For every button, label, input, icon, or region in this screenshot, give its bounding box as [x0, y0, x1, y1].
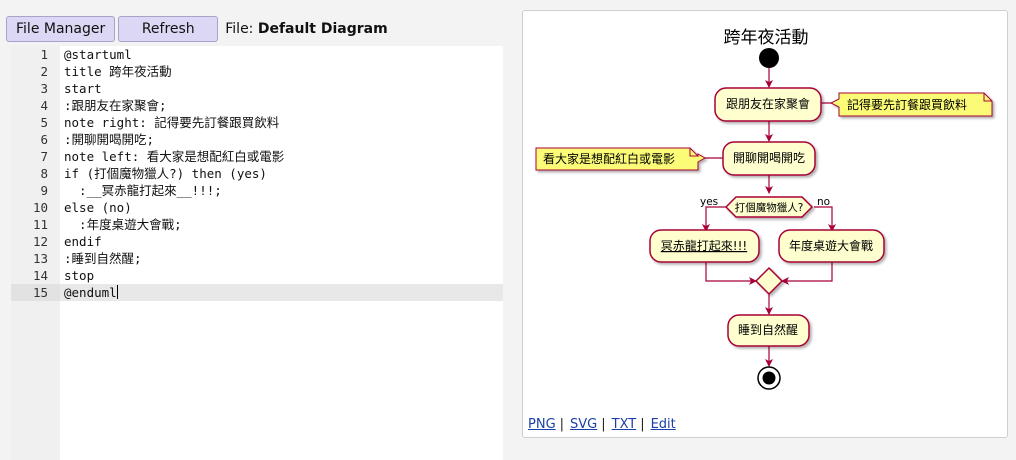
- edit-link[interactable]: Edit: [651, 417, 676, 432]
- code-line[interactable]: :跟朋友在家聚會;: [60, 97, 503, 114]
- diagram-preview: 跨年夜活動 跟朋友在家聚會 記得要先訂餐跟買飲料 開聊開喝開吃 看大家是想配紅白…: [522, 10, 1008, 438]
- code-line-text: @enduml: [64, 285, 117, 300]
- line-number: 7: [40, 149, 48, 164]
- code-line[interactable]: @startuml: [60, 46, 503, 63]
- file-name: Default Diagram: [257, 21, 388, 37]
- activity-gather: 跟朋友在家聚會: [726, 96, 810, 111]
- code-line[interactable]: :睡到自然醒;: [60, 250, 503, 267]
- activity-sleep: 睡到自然醒: [738, 322, 798, 337]
- text-cursor: [116, 285, 118, 299]
- link-separator: |: [601, 417, 606, 432]
- file-info: File: Default Diagram: [225, 21, 387, 37]
- line-number: 12: [32, 234, 48, 249]
- code-line[interactable]: start: [60, 80, 503, 97]
- line-number: 5: [40, 115, 48, 130]
- line-number: 2: [40, 64, 48, 79]
- code-area[interactable]: @startuml title 跨年夜活動 start :跟朋友在家聚會; no…: [60, 46, 503, 460]
- line-number: 1: [40, 47, 48, 62]
- diagram-title: 跨年夜活動: [724, 28, 809, 48]
- line-number: 4: [40, 98, 48, 113]
- yes-label: yes: [700, 196, 718, 208]
- line-number: 14: [32, 268, 48, 283]
- link-separator: |: [559, 417, 565, 432]
- code-line[interactable]: note left: 看大家是想配紅白或電影: [60, 148, 503, 165]
- code-line[interactable]: :年度桌遊大會戰;: [60, 216, 503, 233]
- line-number: 3: [40, 81, 48, 96]
- line-number-active: 15: [11, 284, 60, 301]
- png-link[interactable]: PNG: [528, 417, 556, 432]
- note-right-text: 記得要先訂餐跟買飲料: [847, 97, 967, 112]
- line-number-gutter: 1 2 3 4 5 6 7 8 9 10 11 12 13 14 15: [11, 46, 60, 460]
- file-manager-button[interactable]: File Manager: [6, 16, 116, 42]
- activity-diagram: 跨年夜活動 跟朋友在家聚會 記得要先訂餐跟買飲料 開聊開喝開吃 看大家是想配紅白…: [535, 28, 993, 390]
- stop-node-inner: [762, 371, 776, 385]
- activity-yes: 冥赤龍打起來!!!: [661, 238, 747, 253]
- txt-link[interactable]: TXT: [612, 417, 637, 432]
- note-left-text: 看大家是想配紅白或電影: [543, 151, 675, 166]
- code-line[interactable]: if (打個魔物獵人?) then (yes): [60, 165, 503, 182]
- activity-chat: 開聊開喝開吃: [733, 151, 805, 165]
- link-separator: |: [640, 417, 645, 432]
- line-number: 8: [40, 166, 48, 181]
- svg-link[interactable]: SVG: [570, 417, 597, 432]
- decision-label: 打個魔物獵人?: [735, 201, 804, 214]
- toolbar: File Manager Refresh File: Default Diagr…: [6, 16, 388, 42]
- line-number: 11: [32, 217, 48, 232]
- line-number: 10: [32, 200, 48, 215]
- line-number: 6: [40, 132, 48, 147]
- merge-node: [754, 266, 784, 296]
- refresh-button[interactable]: Refresh: [118, 16, 219, 42]
- file-label: File:: [225, 21, 258, 37]
- code-line[interactable]: endif: [60, 233, 503, 250]
- no-label: no: [817, 196, 830, 208]
- code-line[interactable]: :__冥赤龍打起來__!!!;: [60, 182, 503, 199]
- code-line[interactable]: note right: 記得要先訂餐跟買飲料: [60, 114, 503, 131]
- code-line[interactable]: title 跨年夜活動: [60, 63, 503, 80]
- export-links: PNG | SVG | TXT | Edit: [528, 417, 676, 432]
- code-line[interactable]: stop: [60, 267, 503, 284]
- line-number: 13: [32, 251, 48, 266]
- start-node: [759, 48, 779, 68]
- code-editor[interactable]: 1 2 3 4 5 6 7 8 9 10 11 12 13 14 15 @sta…: [11, 46, 503, 460]
- activity-no: 年度桌遊大會戰: [789, 238, 873, 253]
- code-line[interactable]: :開聊開喝開吃;: [60, 131, 503, 148]
- code-line-active[interactable]: @enduml: [60, 284, 503, 301]
- line-number: 9: [40, 183, 48, 198]
- code-line[interactable]: else (no): [60, 199, 503, 216]
